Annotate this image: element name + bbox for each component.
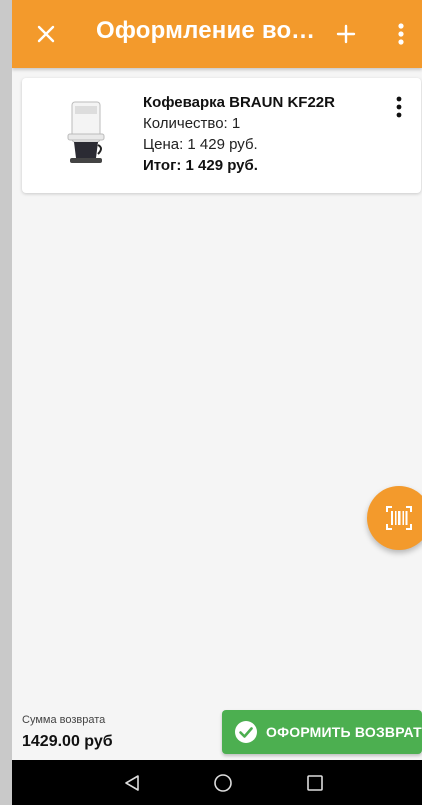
item-quantity: Количество: 1 [143,115,241,132]
item-details: Кофеварка BRAUN KF22R Количество: 1 Цена… [143,92,335,176]
item-price: Цена: 1 429 руб. [143,136,258,153]
return-sum-label: Сумма возврата [22,714,106,726]
return-item-card[interactable]: Кофеварка BRAUN KF22R Количество: 1 Цена… [22,78,421,193]
submit-return-label: ОФОРМИТЬ ВОЗВРАТ [266,724,422,740]
item-name: Кофеварка BRAUN KF22R [143,94,335,111]
coffee-maker-image [67,101,105,163]
barcode-scanner-icon [386,506,412,530]
item-menu-button[interactable] [384,96,414,126]
home-circle-icon [214,774,232,792]
page-title: Оформление возврата [96,17,326,44]
add-button[interactable] [326,14,366,54]
check-circle-icon [235,721,257,743]
return-summary-bar: Сумма возврата 1429.00 руб ОФОРМИТЬ ВОЗВ… [12,700,422,760]
back-triangle-icon [125,775,139,791]
more-vert-icon [396,96,402,118]
overflow-menu-button[interactable] [381,14,421,54]
more-vert-icon [398,23,404,45]
return-sum-value: 1429.00 руб [22,733,113,750]
system-nav-bar [12,760,422,805]
close-icon [37,25,55,43]
nav-home-button[interactable] [210,770,236,796]
app-screen: Оформление возврата Кофеварка BRAUN KF22… [12,0,422,805]
nav-back-button[interactable] [119,770,145,796]
plus-icon [336,24,356,44]
nav-recents-button[interactable] [302,770,328,796]
submit-return-button[interactable]: ОФОРМИТЬ ВОЗВРАТ [222,710,422,754]
recents-square-icon [307,775,323,791]
item-total: Итог: 1 429 руб. [143,157,258,174]
scan-barcode-button[interactable] [367,486,422,550]
close-button[interactable] [26,14,66,54]
app-bar: Оформление возврата [12,0,422,68]
